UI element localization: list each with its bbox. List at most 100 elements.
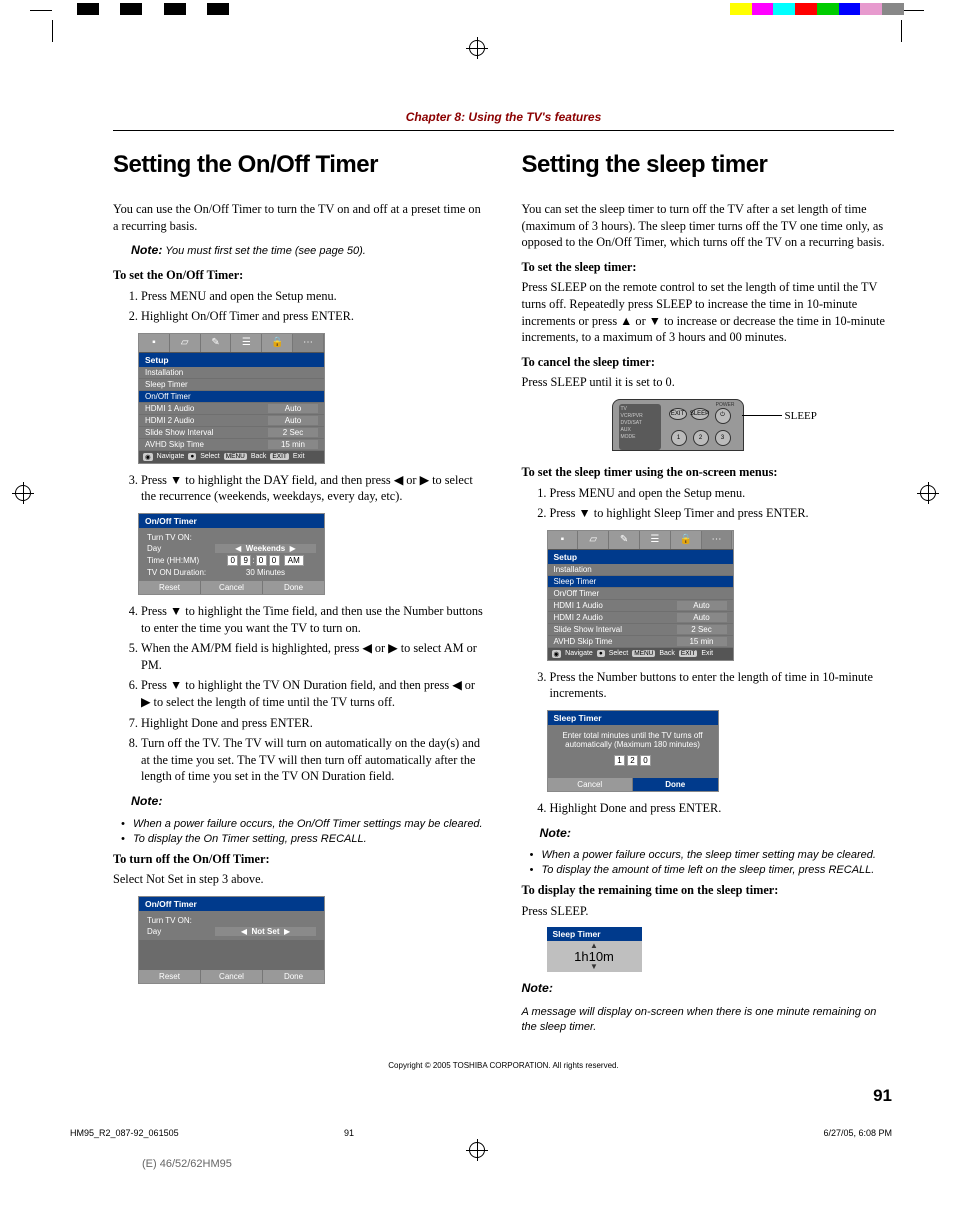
- osd-value: Auto: [268, 404, 318, 413]
- tab-icon: ☰: [640, 531, 671, 549]
- step: Turn off the TV. The TV will turn on aut…: [141, 735, 486, 785]
- power-button-icon: ⏻: [715, 408, 731, 424]
- select-key-icon: ●: [188, 453, 196, 460]
- osd-tabs: ▪▱✎☰🔒⋯: [139, 334, 324, 353]
- osd-tabs: ▪▱✎☰🔒⋯: [548, 531, 733, 550]
- right-arrow-icon: ▶: [284, 927, 290, 936]
- tab-icon: ▱: [578, 531, 609, 549]
- osd-label: Turn TV ON:: [147, 533, 215, 542]
- osd-sleep-timer-dialog: Sleep Timer Enter total minutes until th…: [547, 710, 719, 792]
- osd-label: Day: [147, 927, 215, 936]
- osd-title: Sleep Timer: [548, 711, 718, 725]
- osd-value: Auto: [268, 416, 318, 425]
- osd-title: On/Off Timer: [139, 897, 324, 911]
- section-heading-sleep: Setting the sleep timer: [522, 151, 895, 179]
- body-text: Press SLEEP until it is set to 0.: [522, 374, 895, 391]
- subheading: To cancel the sleep timer:: [522, 354, 895, 371]
- intro-para: You can set the sleep timer to turn off …: [522, 201, 895, 251]
- subheading: To set the On/Off Timer:: [113, 267, 486, 284]
- osd-label: Turn TV ON:: [147, 916, 215, 925]
- step: Highlight Done and press ENTER.: [141, 715, 486, 732]
- dialog-message: Enter total minutes until the TV turns o…: [554, 731, 712, 749]
- osd-title: Sleep Timer: [547, 927, 642, 941]
- osd-item: HDMI 1 Audio: [554, 601, 673, 610]
- tab-icon: 🔒: [262, 334, 293, 352]
- crop-mark: [30, 10, 52, 11]
- tab-icon: ⋯: [702, 531, 733, 549]
- num-2-button: 2: [693, 430, 709, 446]
- note-item: To display the amount of time left on th…: [542, 864, 895, 876]
- registration-mark-icon: [920, 485, 936, 501]
- note: Note: You must first set the time (see p…: [131, 242, 486, 259]
- osd-value: 30 Minutes: [215, 568, 316, 577]
- back-key-icon: MENU: [632, 650, 655, 657]
- cancel-button: Cancel: [201, 970, 263, 983]
- sleep-callout-label: SLEEP: [785, 410, 817, 422]
- osd-onoff-timer-notset: On/Off Timer Turn TV ON: Day◀ Not Set ▶ …: [138, 896, 325, 984]
- step: Press MENU and open the Setup menu.: [141, 288, 486, 305]
- osd-item: HDMI 2 Audio: [554, 613, 673, 622]
- sleep-button-icon: SLEEP: [691, 408, 709, 420]
- step: Press the Number buttons to enter the le…: [550, 669, 895, 702]
- step: Press MENU and open the Setup menu.: [550, 485, 895, 502]
- note-label: Note:: [131, 243, 162, 257]
- callout-line: [742, 415, 782, 416]
- osd-label: Day: [147, 544, 215, 553]
- steps-list: Highlight Done and press ENTER.: [522, 800, 895, 817]
- osd-value: Auto: [677, 601, 727, 610]
- left-arrow-icon: ◀: [235, 544, 241, 553]
- osd-setup-menu-sleep: ▪▱✎☰🔒⋯ Setup Installation Sleep Timer On…: [547, 530, 734, 661]
- osd-value: Not Set: [252, 927, 280, 936]
- tab-icon: ▪: [139, 334, 170, 352]
- exit-button-icon: EXIT: [669, 408, 687, 420]
- minutes-value: 120: [554, 755, 712, 766]
- subheading: To display the remaining time on the sle…: [522, 882, 895, 899]
- crop-mark: [52, 20, 53, 42]
- note-item: When a power failure occurs, the On/Off …: [133, 818, 486, 830]
- tab-icon: ☰: [231, 334, 262, 352]
- osd-value: Weekends: [246, 544, 285, 553]
- note-label-row: Note:: [522, 980, 895, 997]
- note-text: You must first set the time (see page 50…: [162, 245, 365, 257]
- footer-meta: HM95_R2_087-92_061505 91 6/27/05, 6:08 P…: [70, 1128, 892, 1138]
- note-label-row: Note:: [131, 793, 486, 810]
- steps-list: Press MENU and open the Setup menu. High…: [113, 288, 486, 325]
- done-button: Done: [263, 970, 324, 983]
- reset-button: Reset: [139, 970, 201, 983]
- footer-file: HM95_R2_087-92_061505: [70, 1128, 344, 1138]
- note-label-row: Note:: [540, 825, 895, 842]
- osd-title: Setup: [548, 550, 733, 564]
- time-value: 09:00 AM: [215, 555, 316, 566]
- osd-item: Sleep Timer: [145, 380, 318, 389]
- crop-mark: [902, 10, 924, 11]
- power-label: POWER: [716, 402, 735, 408]
- body-text: Select Not Set in step 3 above.: [113, 871, 486, 888]
- osd-item: Slide Show Interval: [554, 625, 673, 634]
- done-button: Done: [263, 581, 324, 594]
- steps-list: Press ▼ to highlight the Time field, and…: [113, 603, 486, 785]
- chapter-header: Chapter 8: Using the TV's features: [113, 110, 894, 124]
- osd-value: 2 Sec: [268, 428, 318, 437]
- osd-footer: ◉Navigate ●Select MENUBack EXITExit: [548, 648, 733, 660]
- body-text: Press SLEEP on the remote control to set…: [522, 279, 895, 345]
- footer-page: 91: [344, 1128, 618, 1138]
- tab-icon: ⋯: [293, 334, 324, 352]
- cancel-button: Cancel: [548, 778, 634, 791]
- tab-icon: 🔒: [671, 531, 702, 549]
- osd-item-selected: On/Off Timer: [145, 392, 318, 401]
- subheading: To set the sleep timer using the on-scre…: [522, 464, 895, 481]
- num-1-button: 1: [671, 430, 687, 446]
- reset-button: Reset: [139, 581, 201, 594]
- osd-item: Installation: [554, 565, 727, 574]
- step: Press ▼ to highlight the Time field, and…: [141, 603, 486, 636]
- color-calibration-bar: [55, 3, 904, 15]
- osd-footer: ◉Navigate ●Select MENUBack EXITExit: [139, 451, 324, 463]
- osd-body: Installation Sleep Timer On/Off Timer HD…: [139, 367, 324, 451]
- tab-icon: ▱: [170, 334, 201, 352]
- left-column: Setting the On/Off Timer You can use the…: [113, 151, 486, 1043]
- osd-value: Auto: [677, 613, 727, 622]
- right-arrow-icon: ▶: [290, 544, 296, 553]
- steps-list: Press the Number buttons to enter the le…: [522, 669, 895, 702]
- step: Press ▼ to highlight the TV ON Duration …: [141, 677, 486, 710]
- model-code: (E) 46/52/62HM95: [142, 1158, 232, 1170]
